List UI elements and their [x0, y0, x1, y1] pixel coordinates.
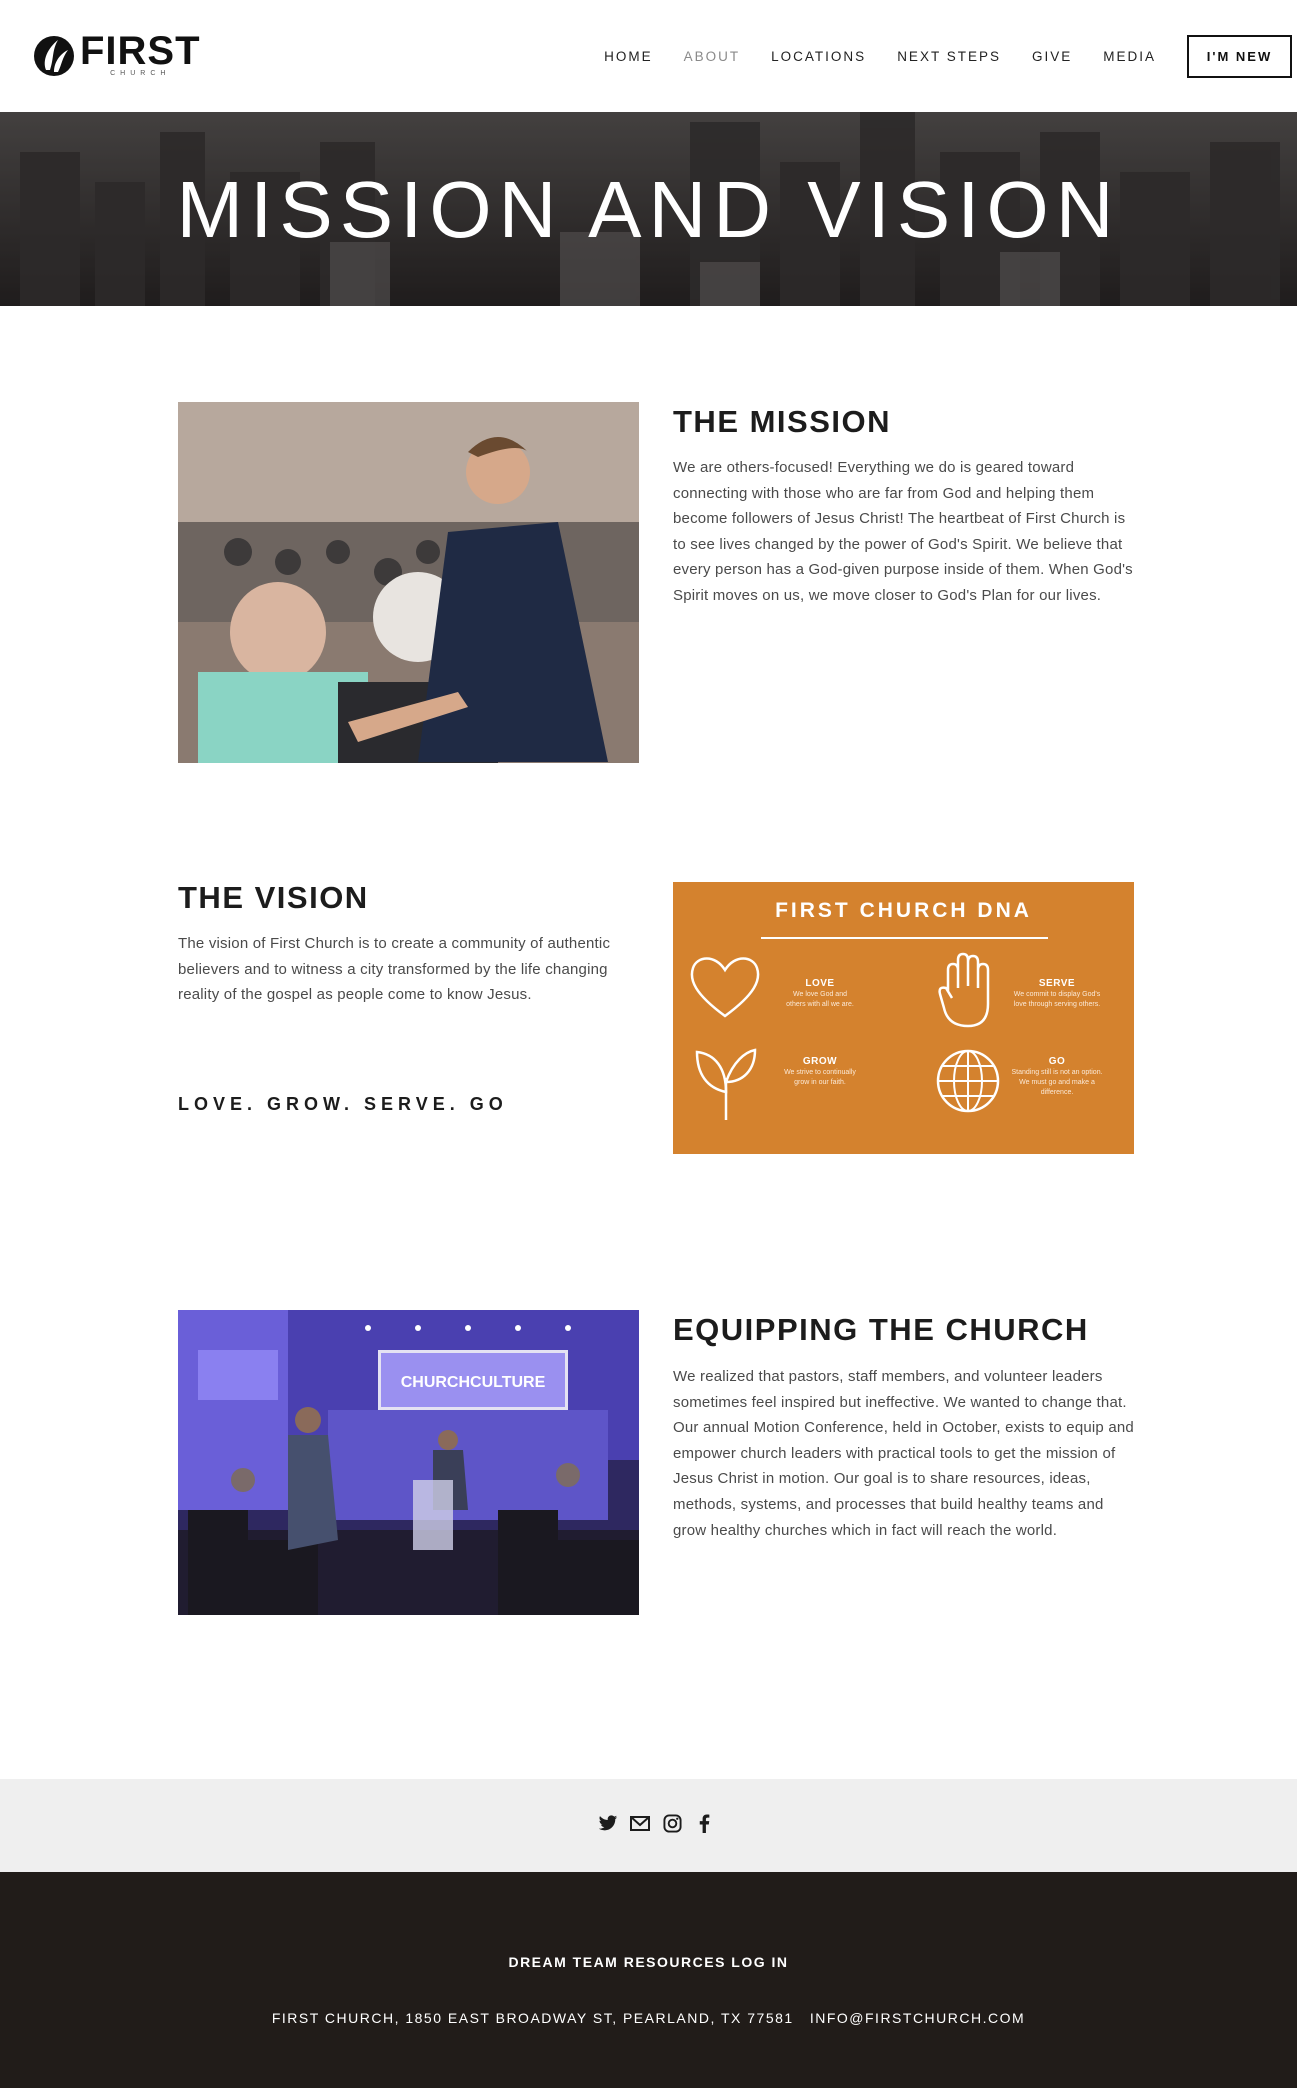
- social-bar: [0, 1779, 1297, 1872]
- conference-photo: CHURCHCULTURE: [178, 1310, 639, 1615]
- hand-icon: [938, 952, 990, 1028]
- social-icons: [597, 1812, 715, 1834]
- flame-logo-icon: [34, 36, 74, 76]
- mission-title: THE MISSION: [673, 404, 892, 439]
- church-dna-graphic: FIRST CHURCH DNA LOVE We love God and ot…: [673, 882, 1134, 1154]
- heart-icon: [690, 957, 760, 1018]
- vision-tagline: LOVE. GROW. SERVE. GO: [178, 1094, 508, 1114]
- email-icon[interactable]: [629, 1812, 651, 1834]
- globe-icon: [936, 1049, 1000, 1113]
- main-nav: HOME ABOUT LOCATIONS NEXT STEPS GIVE MED…: [604, 35, 1297, 78]
- dna-love-label: LOVE: [805, 978, 835, 989]
- vision-body: The vision of First Church is to create …: [178, 935, 611, 1004]
- hero-banner: MISSION AND VISION: [0, 112, 1297, 306]
- dream-team-login-link[interactable]: DREAM TEAM RESOURCES LOG IN: [0, 1954, 1297, 1970]
- nav-next-steps[interactable]: NEXT STEPS: [897, 49, 1001, 64]
- site-footer: DREAM TEAM RESOURCES LOG IN FIRST CHURCH…: [0, 1872, 1297, 2088]
- dna-serve-label: SERVE: [1038, 978, 1076, 989]
- page-title: MISSION AND VISION: [176, 165, 1121, 254]
- instagram-icon[interactable]: [661, 1812, 683, 1834]
- footer-address: FIRST CHURCH, 1850 EAST BROADWAY ST, PEA…: [271, 2010, 1026, 2026]
- im-new-button[interactable]: I'M NEW: [1187, 35, 1292, 78]
- facebook-icon[interactable]: [693, 1812, 715, 1834]
- dna-love-desc: We love God and others with all we are.: [786, 991, 854, 1008]
- dna-serve-desc: We commit to display God's love through …: [1013, 991, 1101, 1008]
- dna-grow-desc: We strive to continually grow in our fai…: [784, 1069, 856, 1086]
- dna-title: FIRST CHURCH DNA: [775, 899, 1032, 922]
- mission-body: We are others-focused! Everything we do …: [673, 459, 1133, 604]
- nav-media[interactable]: MEDIA: [1103, 49, 1156, 64]
- logo-wordmark: FIRST: [80, 29, 201, 73]
- mission-photo: [178, 402, 639, 763]
- sprout-icon: [695, 1048, 757, 1120]
- stage-screen-text: CHURCHCULTURE: [401, 1374, 546, 1391]
- nav-give[interactable]: GIVE: [1032, 49, 1072, 64]
- dna-divider: [761, 937, 1048, 939]
- dna-go-label: GO: [1048, 1056, 1066, 1067]
- equipping-title: EQUIPPING THE CHURCH: [673, 1312, 1089, 1347]
- twitter-icon[interactable]: [597, 1812, 619, 1834]
- logo[interactable]: FIRST CHURCH: [32, 29, 201, 78]
- nav-home[interactable]: HOME: [604, 49, 653, 64]
- vision-title: THE VISION: [178, 880, 369, 915]
- dna-grow-label: GROW: [802, 1056, 838, 1067]
- nav-locations[interactable]: LOCATIONS: [771, 49, 866, 64]
- site-header: FIRST CHURCH HOME ABOUT LOCATIONS NEXT S…: [0, 0, 1297, 112]
- dna-go-desc: Standing still is not an option. We must…: [1011, 1069, 1103, 1096]
- equipping-body: We realized that pastors, staff members,…: [673, 1368, 1134, 1539]
- logo-subtitle: CHURCH: [110, 70, 171, 77]
- nav-about[interactable]: ABOUT: [684, 49, 741, 64]
